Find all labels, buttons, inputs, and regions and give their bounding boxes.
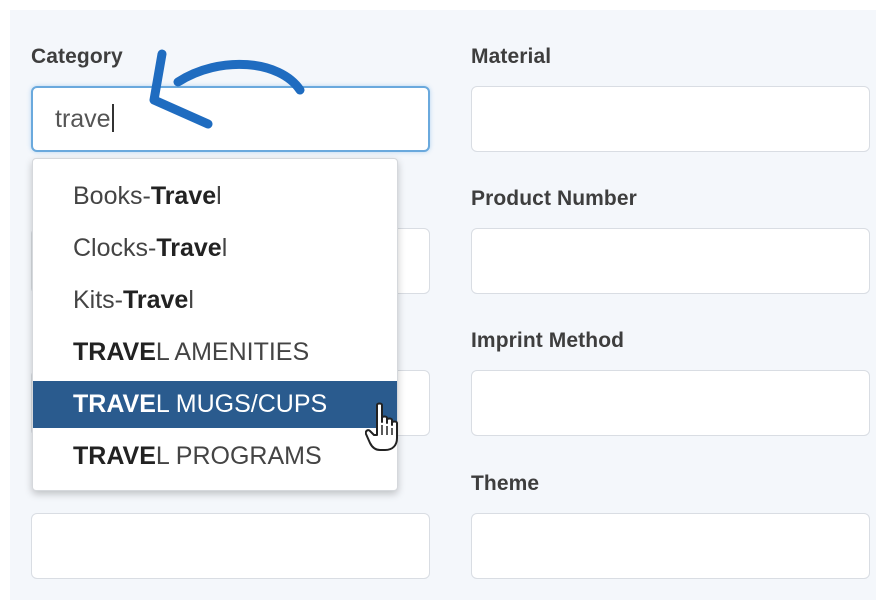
dropdown-option-selected[interactable]: TRAVEL MUGS/CUPS bbox=[33, 381, 397, 428]
category-autocomplete-dropdown: Books-Travel Clocks-Travel Kits-Travel T… bbox=[32, 158, 398, 491]
hidden-field-4[interactable] bbox=[31, 513, 430, 579]
imprint-method-input[interactable] bbox=[471, 370, 870, 436]
option-suffix: L MUGS/CUPS bbox=[155, 390, 328, 418]
option-match: Trave bbox=[156, 234, 222, 262]
material-label: Material bbox=[471, 45, 552, 68]
option-match: Trave bbox=[123, 286, 189, 314]
option-prefix: Kits- bbox=[73, 286, 123, 314]
curved-arrow-icon bbox=[149, 49, 305, 129]
category-input-value: trave bbox=[55, 104, 114, 134]
dropdown-option[interactable]: Clocks-Travel bbox=[33, 225, 397, 272]
option-prefix: Books- bbox=[73, 182, 151, 210]
material-input[interactable] bbox=[471, 86, 870, 152]
theme-input[interactable] bbox=[471, 513, 870, 579]
theme-label: Theme bbox=[471, 472, 540, 495]
category-label: Category bbox=[31, 45, 123, 68]
option-match: TRAVE bbox=[73, 390, 156, 418]
hand-cursor-icon bbox=[365, 402, 398, 451]
text-caret bbox=[111, 104, 114, 132]
option-match: TRAVE bbox=[73, 338, 156, 366]
product-number-label: Product Number bbox=[471, 187, 637, 210]
option-match: TRAVE bbox=[73, 442, 156, 470]
option-suffix: L AMENITIES bbox=[155, 338, 310, 366]
dropdown-option[interactable]: Books-Travel bbox=[33, 173, 397, 220]
product-number-input[interactable] bbox=[471, 228, 870, 294]
option-prefix: Clocks- bbox=[73, 234, 157, 262]
dropdown-option[interactable]: TRAVEL AMENITIES bbox=[33, 329, 397, 376]
dropdown-option[interactable]: TRAVEL PROGRAMS bbox=[33, 433, 397, 480]
dropdown-option[interactable]: Kits-Travel bbox=[33, 277, 397, 324]
option-match: Trave bbox=[150, 182, 217, 210]
option-suffix: l bbox=[216, 182, 222, 210]
imprint-method-label: Imprint Method bbox=[471, 329, 625, 352]
option-suffix: l bbox=[221, 234, 228, 262]
option-suffix: l bbox=[188, 286, 194, 314]
option-suffix: L PROGRAMS bbox=[155, 442, 322, 470]
